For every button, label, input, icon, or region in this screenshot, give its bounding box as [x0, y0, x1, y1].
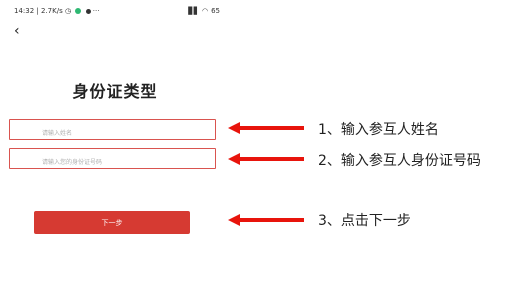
id-number-field[interactable] [9, 148, 216, 172]
annotation-step-3: 3、点击下一步 [318, 213, 411, 229]
alarm-icon: ◷ [64, 7, 72, 15]
notification-dot-icon [85, 8, 91, 14]
signal-icon: ▊▋ [188, 7, 199, 15]
name-input[interactable] [10, 124, 215, 143]
phone-screen: 14:32 | 2.7K/s ◷ ··· ▊▋ ◠ 65 ‹ 身份证类型 下一步 [0, 0, 230, 303]
status-time-speed: 14:32 | 2.7K/s [14, 7, 63, 15]
status-bar: 14:32 | 2.7K/s ◷ ··· ▊▋ ◠ 65 [14, 4, 220, 20]
id-number-input[interactable] [10, 153, 215, 172]
name-field[interactable] [9, 119, 216, 143]
next-step-button[interactable]: 下一步 [34, 211, 190, 234]
status-right: ▊▋ ◠ 65 [188, 7, 220, 15]
battery-level: 65 [211, 7, 220, 15]
arrow-shaft [238, 218, 304, 222]
more-notifications-icon: ··· [92, 7, 100, 15]
annotation-step-2: 2、输入参互人身份证号码 [318, 153, 481, 169]
back-icon[interactable]: ‹ [14, 24, 20, 38]
arrow-shaft [238, 126, 304, 130]
annotation-step-1: 1、输入参互人姓名 [318, 122, 439, 138]
app-notification-icon [75, 8, 82, 14]
page-title: 身份证类型 [72, 82, 158, 101]
wifi-icon: ◠ [201, 7, 209, 15]
status-left: 14:32 | 2.7K/s ◷ ··· [14, 7, 99, 15]
arrow-shaft [238, 157, 304, 161]
